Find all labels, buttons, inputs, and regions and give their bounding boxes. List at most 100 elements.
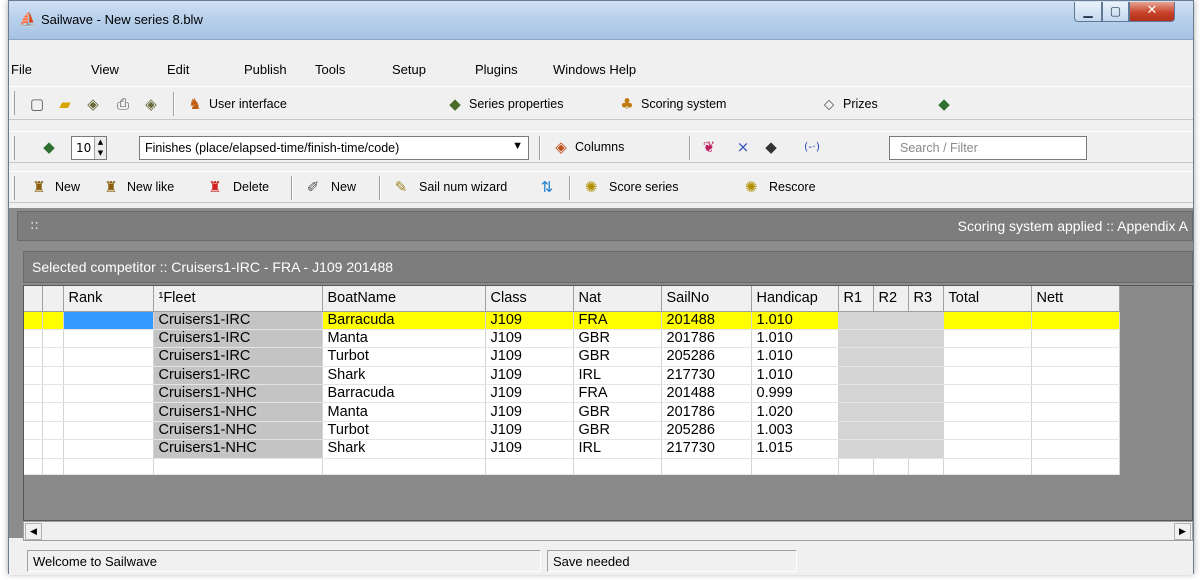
total-cell[interactable]: [943, 458, 1032, 475]
nat-cell[interactable]: IRL: [573, 366, 662, 386]
nett-cell[interactable]: [1031, 384, 1120, 404]
nat-cell[interactable]: GBR: [573, 421, 662, 441]
column-header-nat[interactable]: Nat: [573, 286, 662, 312]
nat-cell[interactable]: [573, 458, 662, 475]
fleet-cell[interactable]: Cruisers1-NHC: [153, 421, 323, 441]
sailno-cell[interactable]: 205286: [661, 421, 752, 441]
r3-cell[interactable]: [908, 366, 944, 386]
clear-icon[interactable]: ×: [733, 138, 753, 156]
class-cell[interactable]: J109: [485, 421, 574, 441]
handicap-cell[interactable]: 1.015: [751, 439, 839, 459]
fleet-cell[interactable]: Cruisers1-NHC: [153, 384, 323, 404]
prizes-icon[interactable]: ⬦: [819, 95, 839, 113]
menu-plugins[interactable]: Plugins: [475, 62, 518, 77]
table-row[interactable]: Cruisers1-NHC Manta J109 GBR 201786 1.02…: [24, 402, 1120, 422]
column-header-boatname[interactable]: BoatName: [322, 286, 486, 312]
nat-cell[interactable]: FRA: [573, 384, 662, 404]
class-cell[interactable]: J109: [485, 366, 574, 386]
sailno-cell[interactable]: [661, 458, 752, 475]
row-header[interactable]: [42, 347, 64, 367]
sailno-cell[interactable]: 217730: [661, 439, 752, 459]
column-header-r3[interactable]: R3: [908, 286, 944, 312]
row-header[interactable]: [24, 347, 43, 367]
column-header-rank[interactable]: Rank: [63, 286, 154, 312]
r2-cell[interactable]: [873, 329, 909, 349]
new-like-button[interactable]: New like: [127, 180, 174, 194]
total-cell[interactable]: [943, 311, 1032, 330]
scroll-left-icon[interactable]: ◀: [25, 523, 42, 540]
fleet-cell[interactable]: Cruisers1-NHC: [153, 402, 323, 422]
wand-icon[interactable]: ✎: [391, 178, 411, 196]
boatname-cell[interactable]: Shark: [322, 366, 486, 386]
nett-cell[interactable]: [1031, 347, 1120, 367]
total-cell[interactable]: [943, 402, 1032, 422]
nett-cell[interactable]: [1031, 458, 1120, 475]
sail-num-wizard-button[interactable]: Sail num wizard: [419, 180, 507, 194]
boatname-cell[interactable]: Manta: [322, 402, 486, 422]
minimize-button[interactable]: ▁: [1074, 2, 1102, 22]
row-header[interactable]: [42, 366, 64, 386]
rank-cell[interactable]: [63, 402, 154, 422]
score-series-button[interactable]: Score series: [609, 180, 678, 194]
row-header[interactable]: [24, 458, 43, 475]
new-like-icon[interactable]: ♜: [101, 178, 121, 196]
fleet-cell[interactable]: Cruisers1-NHC: [153, 439, 323, 459]
new-race-icon[interactable]: ✐: [303, 178, 323, 196]
boatname-cell[interactable]: Manta: [322, 329, 486, 349]
r1-cell[interactable]: [838, 366, 874, 386]
rescore-button[interactable]: Rescore: [769, 180, 816, 194]
row-header[interactable]: [42, 421, 64, 441]
nett-cell[interactable]: [1031, 402, 1120, 422]
menu-tools[interactable]: Tools: [315, 62, 345, 77]
view-mode-select[interactable]: Finishes (place/elapsed-time/finish-time…: [139, 136, 529, 160]
r1-cell[interactable]: [838, 421, 874, 441]
link-icon[interactable]: (-·): [797, 138, 827, 156]
rank-cell[interactable]: [63, 458, 154, 475]
handicap-cell[interactable]: 1.003: [751, 421, 839, 441]
user-interface-button[interactable]: User interface: [209, 97, 287, 111]
total-cell[interactable]: [943, 329, 1032, 349]
search-input[interactable]: Search / Filter: [889, 136, 1087, 160]
handicap-cell[interactable]: 1.010: [751, 311, 839, 330]
total-cell[interactable]: [943, 347, 1032, 367]
delete-button[interactable]: Delete: [233, 180, 269, 194]
fleet-cell[interactable]: [153, 458, 323, 475]
row-header[interactable]: [42, 311, 64, 330]
table-row[interactable]: Cruisers1-NHC Barracuda J109 FRA 201488 …: [24, 384, 1120, 404]
table-row[interactable]: Cruisers1-IRC Barracuda J109 FRA 201488 …: [24, 311, 1120, 330]
boatname-cell[interactable]: Turbot: [322, 347, 486, 367]
user-interface-icon[interactable]: ♞: [185, 95, 205, 113]
nett-cell[interactable]: [1031, 421, 1120, 441]
handicap-cell[interactable]: [751, 458, 839, 475]
toolbar-grip[interactable]: [12, 176, 15, 200]
row-header[interactable]: [24, 366, 43, 386]
scroll-right-icon[interactable]: ▶: [1174, 523, 1191, 540]
new-race-button[interactable]: New: [331, 180, 356, 194]
nat-cell[interactable]: GBR: [573, 402, 662, 422]
rank-cell[interactable]: [63, 347, 154, 367]
new-competitor-button[interactable]: New: [55, 180, 80, 194]
r2-cell[interactable]: [873, 311, 909, 330]
class-cell[interactable]: J109: [485, 384, 574, 404]
columns-icon[interactable]: ◈: [551, 138, 571, 156]
save-icon[interactable]: ◈: [83, 95, 103, 113]
sort-arrows-icon[interactable]: ⇅: [537, 178, 557, 196]
eraser-icon[interactable]: ◆: [761, 138, 781, 156]
r1-cell[interactable]: [838, 311, 874, 330]
row-count-spinner[interactable]: 10 ▲ ▼: [71, 136, 107, 160]
rank-cell[interactable]: [63, 384, 154, 404]
r3-cell[interactable]: [908, 347, 944, 367]
column-header-sailno[interactable]: SailNo: [661, 286, 752, 312]
menu-edit[interactable]: Edit: [167, 62, 189, 77]
nett-cell[interactable]: [1031, 311, 1120, 330]
row-header[interactable]: [42, 458, 64, 475]
class-cell[interactable]: [485, 458, 574, 475]
close-button[interactable]: ✕: [1129, 2, 1175, 22]
r1-cell[interactable]: [838, 458, 874, 475]
boatname-cell[interactable]: Turbot: [322, 421, 486, 441]
competitor-grid[interactable]: Rank ¹Fleet BoatName Class Nat SailNo Ha…: [23, 285, 1193, 521]
r3-cell[interactable]: [908, 384, 944, 404]
fleet-cell[interactable]: Cruisers1-IRC: [153, 329, 323, 349]
handicap-cell[interactable]: 1.010: [751, 329, 839, 349]
row-header[interactable]: [42, 384, 64, 404]
